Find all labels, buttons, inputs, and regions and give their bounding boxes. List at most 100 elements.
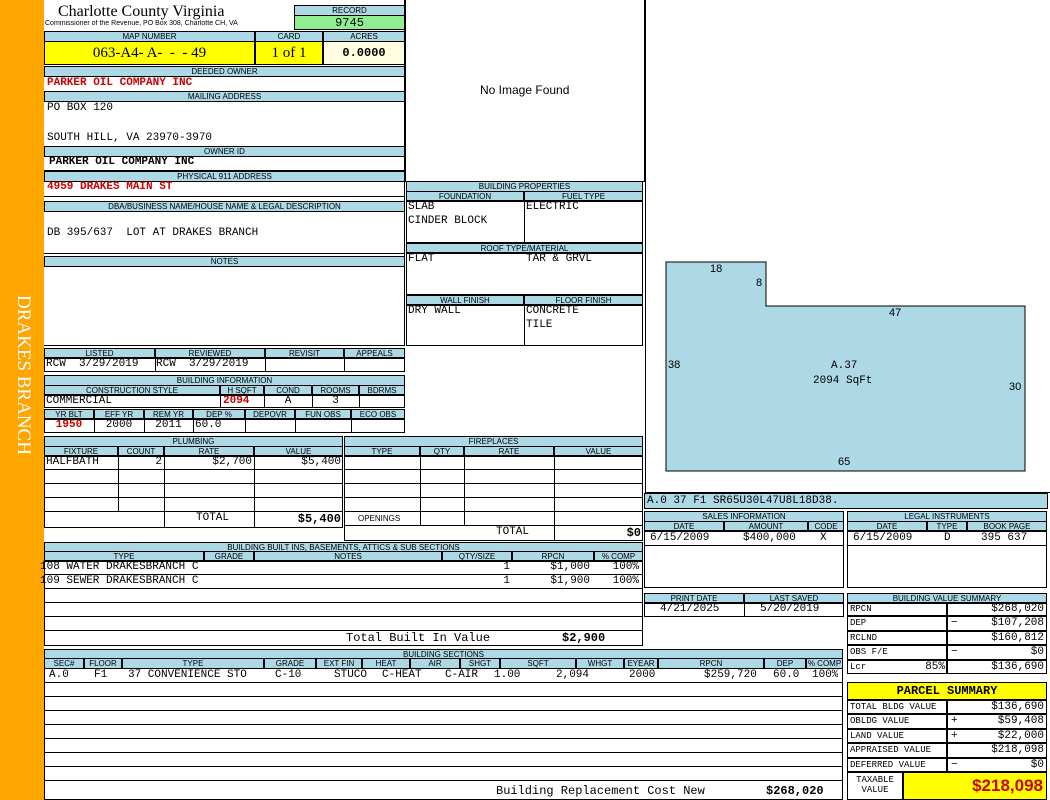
last-saved: 5/20/2019 bbox=[760, 603, 820, 615]
county-title: Charlotte County Virginia bbox=[58, 3, 225, 20]
builtins-row-1-qty: 1 bbox=[503, 561, 510, 573]
plumbing-fixture: HALFBATH bbox=[46, 456, 99, 468]
parcel-summary-title: PARCEL SUMMARY bbox=[847, 682, 1047, 700]
sale-code: X bbox=[820, 532, 827, 544]
parcel-summary-value: $22,000 + bbox=[947, 728, 1047, 744]
listed-value: RCW 3/29/2019 bbox=[46, 358, 139, 370]
physical-address: 4959 DRAKES MAIN ST bbox=[47, 181, 173, 193]
parcel-summary-label: OBLDG VALUE bbox=[847, 714, 947, 729]
yrblt-value: 1950 bbox=[55, 419, 83, 431]
plumbing-value: $5,400 bbox=[301, 456, 341, 468]
value-summary-value: $107,208− bbox=[947, 616, 1047, 631]
remyr-value: 2011 bbox=[155, 419, 182, 431]
deeded-owner-label: DEEDED OWNER bbox=[44, 66, 405, 77]
legal-type: D bbox=[944, 532, 951, 544]
reviewed-value: RCW 3/29/2019 bbox=[156, 358, 249, 370]
parcel-summary-value: $59,408 + bbox=[947, 714, 1047, 729]
construction-style: COMMERCIAL bbox=[46, 395, 113, 407]
builtins-row-2-rpcn: $1,900 bbox=[550, 575, 590, 587]
parcel-summary-row: LAND VALUE $22,000 + bbox=[847, 728, 1047, 744]
section-air: C-AIR bbox=[445, 669, 479, 681]
floor-finish-1: CONCRETE bbox=[526, 305, 579, 317]
section-sec: A.0 bbox=[49, 669, 69, 681]
taxable-value: $218,098 bbox=[903, 772, 1047, 800]
acres-value: 0.0000 bbox=[323, 41, 405, 65]
sale-amount: $400,000 bbox=[743, 532, 796, 544]
dim-right: 30 bbox=[1009, 381, 1022, 393]
owner-id: PARKER OIL COMPANY INC bbox=[49, 156, 195, 168]
value-summary-value: $0− bbox=[947, 645, 1047, 660]
card-value: 1 of 1 bbox=[255, 41, 323, 65]
fireplace-openings-label: OPENINGS bbox=[358, 514, 401, 523]
section-shgt: 1.00 bbox=[494, 669, 521, 681]
floor-finish-2: TILE bbox=[526, 319, 553, 331]
plumbing-total: $5,400 bbox=[297, 512, 341, 526]
hsqft-value: 2094 bbox=[223, 395, 250, 407]
section-rpcn: $259,720 bbox=[704, 669, 757, 681]
builtins-total-label: Total Built In Value bbox=[346, 631, 491, 645]
value-summary-label: OBS F/E bbox=[847, 645, 947, 660]
parcel-summary-value: $0− bbox=[947, 757, 1047, 772]
parcel-summary-value: $136,690 bbox=[947, 700, 1047, 715]
parcel-summary-sign: − bbox=[951, 758, 958, 771]
no-image-text: No Image Found bbox=[480, 83, 570, 97]
commissioner-address: Commissioner of the Revenue, PO Box 308,… bbox=[45, 20, 238, 27]
value-summary-row: RCLND $160,812 bbox=[847, 630, 1047, 646]
section-sqft: 2,094 bbox=[556, 669, 590, 681]
builtins-row-2-type: 109 SEWER DRAKESBRANCH C bbox=[40, 575, 199, 587]
section-eyear: 2000 bbox=[629, 669, 656, 681]
value-summary-sign: − bbox=[951, 646, 958, 659]
parcel-summary-label: TOTAL BLDG VALUE bbox=[847, 700, 947, 715]
foundation-2: CINDER BLOCK bbox=[408, 215, 488, 227]
parcel-summary-label: LAND VALUE bbox=[847, 728, 947, 744]
parcel-summary-sign: + bbox=[951, 729, 958, 742]
value-summary-value: $136,690 bbox=[947, 659, 1047, 674]
plumbing-count: 2 bbox=[155, 456, 162, 468]
section-grade: C-10 bbox=[275, 669, 302, 681]
plumbing-total-label: TOTAL bbox=[196, 512, 230, 524]
section-floor: F1 bbox=[94, 669, 108, 681]
value-summary-row: OBS F/E $0− bbox=[847, 645, 1047, 660]
roof-material: TAR & GRVL bbox=[526, 253, 593, 265]
builtins-total: $2,900 bbox=[562, 631, 606, 645]
value-summary-factor: 85% bbox=[925, 660, 945, 673]
plumbing-rate: $2,700 bbox=[212, 456, 252, 468]
value-summary-label: DEP bbox=[847, 616, 947, 631]
deeded-owner: PARKER OIL COMPANY INC bbox=[47, 77, 193, 89]
value-summary-value: $268,020 bbox=[947, 602, 1047, 617]
map-number: 063-A4- A- - - 49 bbox=[44, 41, 255, 65]
fuel-type: ELECTRIC bbox=[526, 201, 579, 213]
value-summary-table: RPCN $268,020 DEP $107,208− RCLND $160,812 OBS… bbox=[847, 602, 1047, 674]
parcel-summary-label: APPRAISED VALUE bbox=[847, 743, 947, 758]
foundation-1: SLAB bbox=[408, 201, 435, 213]
builtins-row-1-type: 108 WATER DRAKESBRANCH C bbox=[40, 561, 199, 573]
mailing-address-label: MAILING ADDRESS bbox=[44, 91, 405, 102]
fireplace-total-label: TOTAL bbox=[496, 526, 530, 538]
parcel-summary-table: TOTAL BLDG VALUE $136,690 OBLDG VALUE $59,4… bbox=[847, 700, 1047, 772]
dim-left: 38 bbox=[668, 359, 681, 371]
roof-type: FLAT bbox=[408, 253, 435, 265]
sections-header-row: SEC# FLOOR TYPE GRADE EXT FIN HEAT AIR S… bbox=[44, 658, 843, 669]
dim-top: 18 bbox=[710, 263, 723, 275]
taxable-label-1: TAXABLE bbox=[856, 775, 894, 785]
notes-label: NOTES bbox=[44, 256, 405, 267]
dim-notch: 8 bbox=[756, 277, 763, 289]
replacement-cost: $268,020 bbox=[766, 784, 824, 798]
parcel-summary-row: TOTAL BLDG VALUE $136,690 bbox=[847, 700, 1047, 715]
taxable-label-2: VALUE bbox=[861, 785, 889, 795]
builtins-row-2-qty: 1 bbox=[503, 575, 510, 587]
parcel-summary-label: DEFERRED VALUE bbox=[847, 757, 947, 772]
value-summary-label: RCLND bbox=[847, 630, 947, 646]
section-type: 37 CONVENIENCE STO bbox=[128, 669, 247, 681]
cond-value: A bbox=[284, 395, 292, 407]
section-dep: 60.0 bbox=[773, 669, 800, 681]
dim-upper-right: 47 bbox=[889, 307, 902, 319]
dba-label: DBA/BUSINESS NAME/HOUSE NAME & LEGAL DES… bbox=[44, 201, 405, 212]
builtins-row-2-comp: 100% bbox=[612, 575, 639, 587]
section-heat: C-HEAT bbox=[382, 669, 422, 681]
parcel-summary-row: DEFERRED VALUE $0− bbox=[847, 757, 1047, 772]
mailing-line-3: SOUTH HILL, VA 23970-3970 bbox=[47, 132, 213, 144]
value-summary-label: RPCN bbox=[847, 602, 947, 617]
builtins-row-1-rpcn: $1,000 bbox=[550, 561, 590, 573]
parcel-summary-sign: + bbox=[951, 715, 958, 728]
